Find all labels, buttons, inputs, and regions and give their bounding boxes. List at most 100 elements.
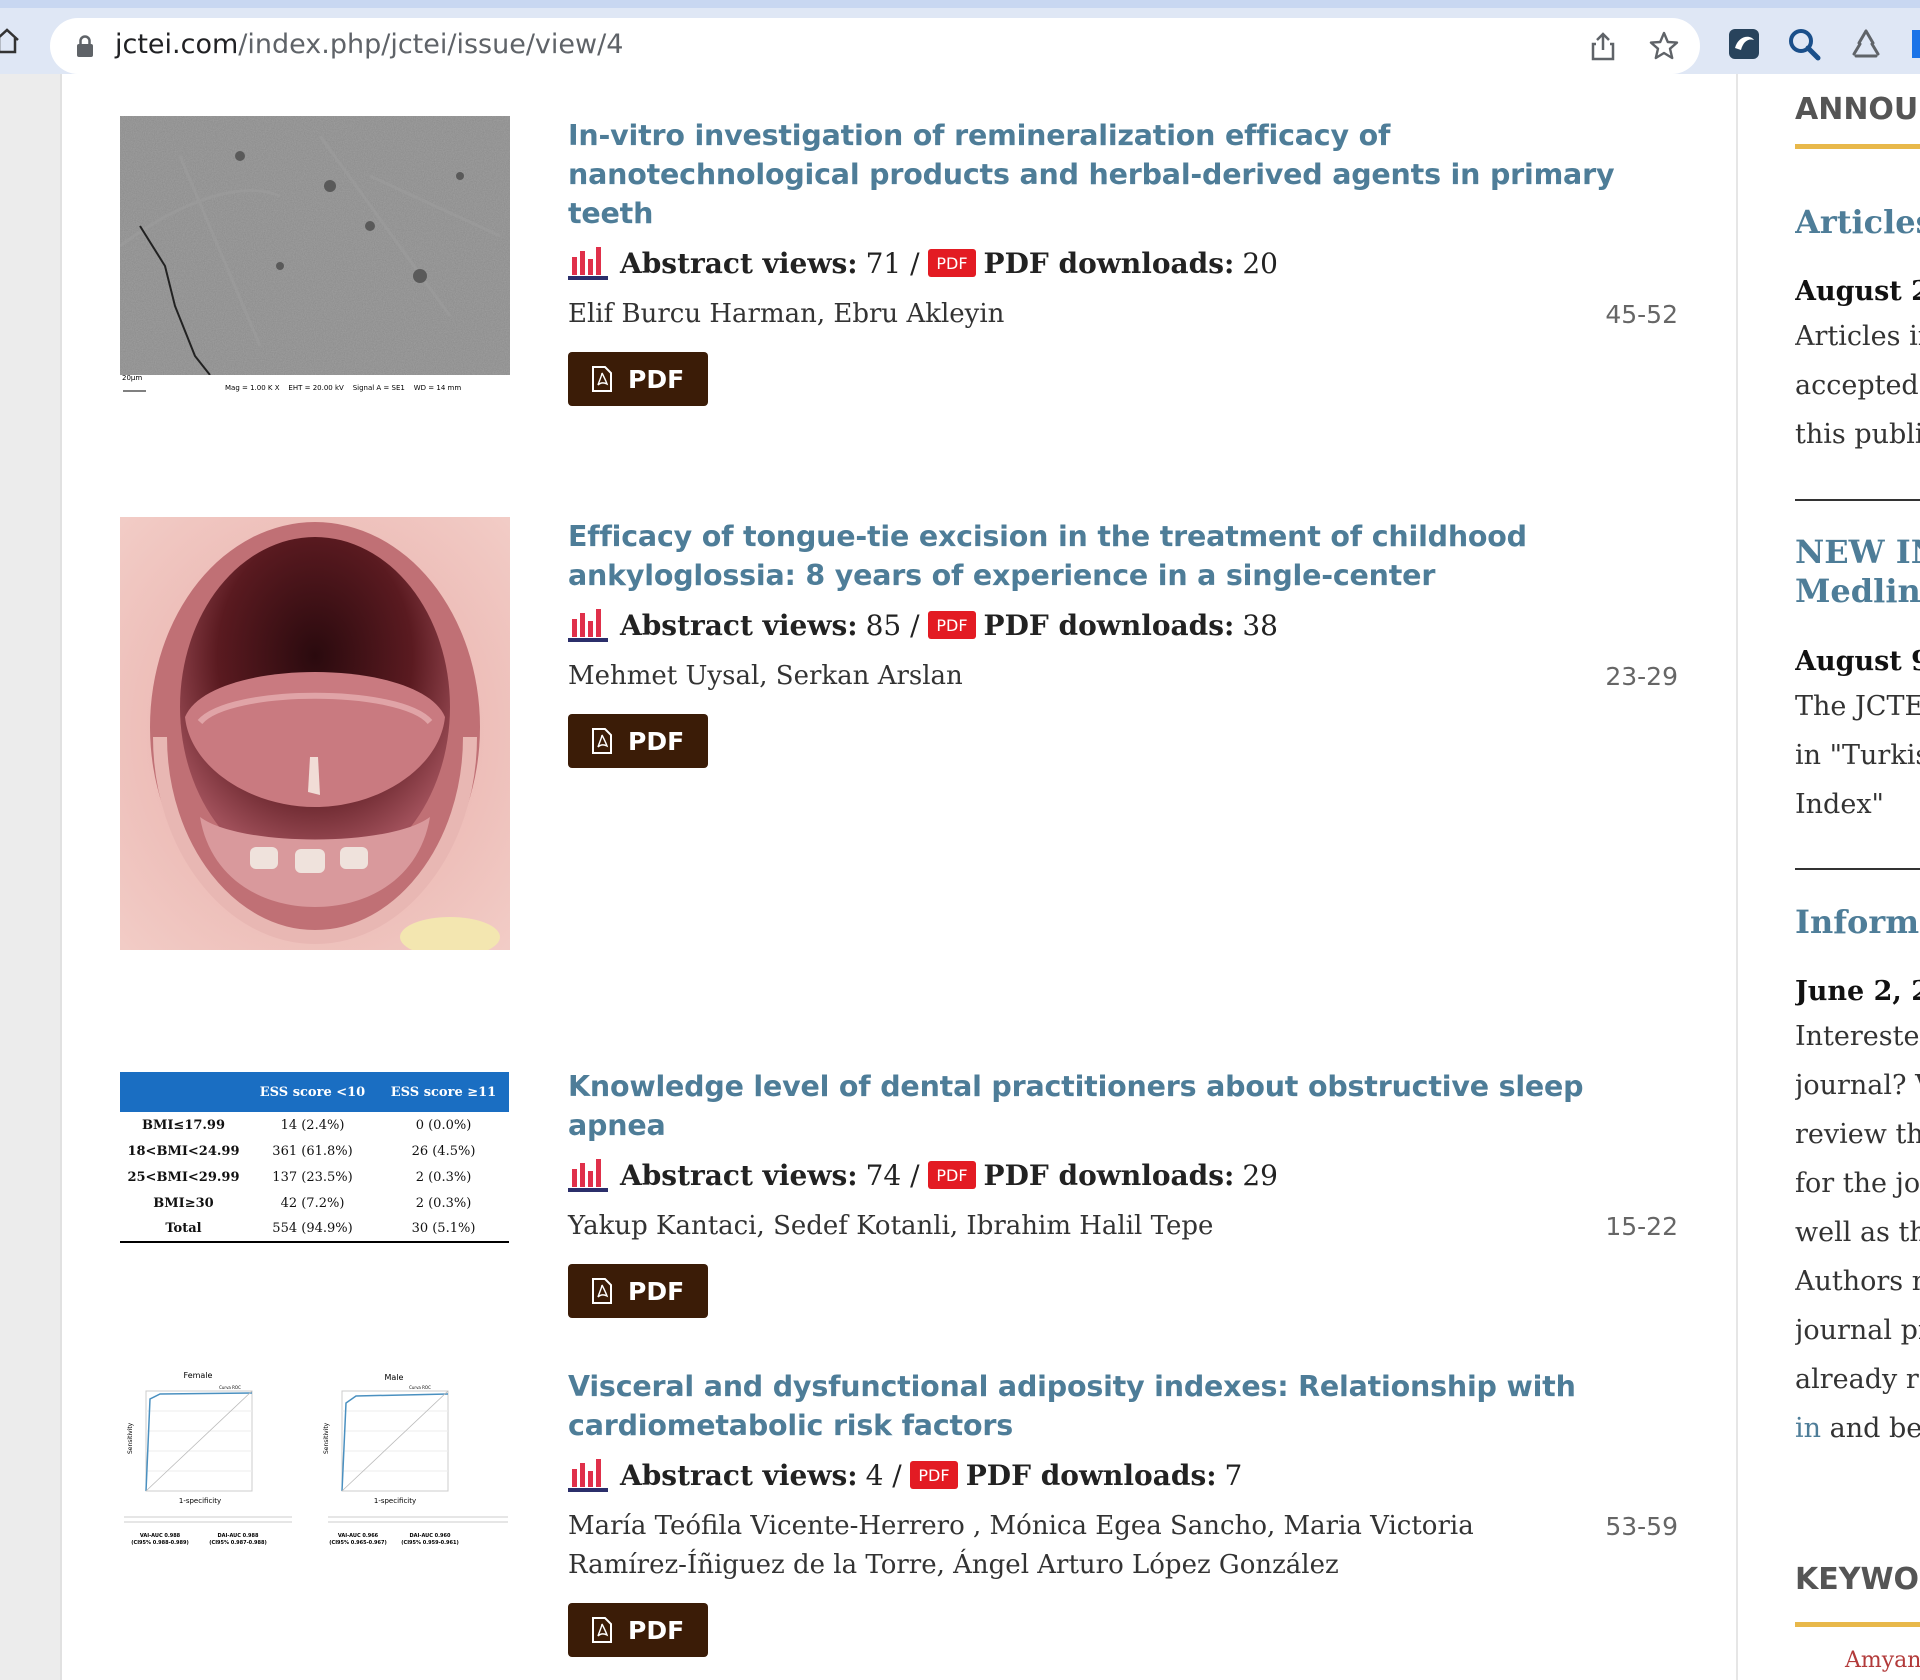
pdf-file-icon: PDF	[909, 1461, 958, 1489]
thumb-table-cell: 137 (23.5%)	[272, 1169, 353, 1185]
authors-row: Elif Burcu Harman, Ebru Akleyin 45-52	[568, 295, 1678, 334]
announcement-text-line: Index"	[1795, 789, 1884, 820]
thumb-table: ESS score <10 ESS score ≥11 BMI≤17.99 14 …	[120, 1072, 509, 1243]
pdf-file-icon: PDF	[927, 611, 976, 639]
abstract-views-count: 71	[865, 246, 902, 280]
abstract-views-count: 85	[865, 608, 902, 642]
bookmark-star-icon[interactable]	[1648, 30, 1680, 62]
article-title-link[interactable]: Efficacy of tongue-tie excision in the t…	[568, 517, 1678, 595]
announcement-title-link[interactable]: Informa	[1795, 902, 1920, 942]
pdf-document-icon	[592, 728, 612, 754]
pdf-button-label: PDF	[628, 364, 685, 394]
article-content: Knowledge level of dental practitioners …	[568, 1067, 1678, 1318]
tongue-photo	[120, 517, 510, 950]
bar-chart-icon	[568, 1159, 608, 1192]
url-text[interactable]: jctei.com/index.php/jctei/issue/view/4	[115, 29, 623, 60]
roc-right-auc2: DAI-AUC 0.960	[410, 1533, 451, 1539]
thumb-table-cell: 26 (4.5%)	[411, 1143, 476, 1159]
thumb-table-cell: 2 (0.3%)	[415, 1169, 472, 1185]
article-content: In-vitro investigation of remineralizati…	[568, 116, 1678, 406]
pdf-document-icon	[592, 366, 612, 392]
browser-toolbar: jctei.com/index.php/jctei/issue/view/4	[0, 0, 1920, 74]
article-thumbnail[interactable]: ESS score <10 ESS score ≥11 BMI≤17.99 14 …	[120, 1072, 510, 1247]
announcement-date: August 9,	[1795, 646, 1920, 677]
announcement-text-line: The JCTEI	[1795, 691, 1920, 722]
abstract-views-count: 4	[865, 1458, 884, 1492]
thumb-scale: 20μm	[122, 374, 143, 382]
article-pages: 53-59	[1605, 1512, 1678, 1541]
sidebar-divider	[1736, 74, 1738, 1680]
announcement-text-line: Interested	[1795, 1021, 1920, 1052]
roc-left-ylabel: Sensitivity	[127, 1422, 134, 1454]
bar-chart-icon	[568, 247, 608, 280]
article-authors: María Teófila Vicente-Herrero , Mónica E…	[568, 1511, 1474, 1580]
roc-left-auc2: DAI-AUC 0.988	[218, 1533, 259, 1539]
lock-icon[interactable]	[74, 34, 96, 58]
article-thumbnail[interactable]: 20μm Mag = 1.00 K X EHT = 20.00 kV Signa…	[120, 116, 510, 398]
thumb-table-cell: 14 (2.4%)	[280, 1117, 345, 1133]
heading-underline	[1795, 144, 1920, 149]
article-thumbnail[interactable]	[120, 517, 510, 950]
pdf-file-icon: PDF	[927, 249, 976, 277]
announcement-inline-link[interactable]: in	[1795, 1413, 1821, 1444]
thumb-table-header: ESS score ≥11	[390, 1084, 497, 1100]
announcement-text-line: well as th	[1795, 1217, 1920, 1248]
article-title-link[interactable]: Knowledge level of dental practitioners …	[568, 1067, 1678, 1145]
announcement-text-line: accepted a	[1795, 370, 1920, 401]
authors-row: Mehmet Uysal, Serkan Arslan 23-29	[568, 657, 1678, 696]
announcement-title-link[interactable]: Medline	[1795, 571, 1920, 611]
thumb-table-cell: 554 (94.9%)	[272, 1221, 353, 1236]
thumb-table-cell: BMI≥30	[153, 1195, 214, 1211]
sidebar: ANNOU Articles August 28 Articles ir acc…	[1795, 74, 1920, 1680]
roc-right-auc1: VAI-AUC 0.966	[338, 1533, 379, 1539]
keyword-cloud-item[interactable]: Amyan	[1845, 1648, 1920, 1673]
pdf-button[interactable]: PDF	[568, 1264, 709, 1318]
article-pages: 15-22	[1605, 1212, 1678, 1241]
pdf-button[interactable]: PDF	[568, 1603, 709, 1657]
roc-left-auc1: VAI-AUC 0.988	[140, 1533, 181, 1539]
article-content: Efficacy of tongue-tie excision in the t…	[568, 517, 1678, 768]
extension-icon[interactable]	[1726, 26, 1762, 62]
roc-left-ci2: (CI95% 0.987-0.988)	[209, 1540, 267, 1546]
share-icon[interactable]	[1588, 30, 1618, 62]
announcement-divider	[1795, 499, 1920, 501]
extension-edge	[1912, 30, 1920, 58]
sem-image	[120, 116, 510, 398]
recycle-icon[interactable]	[1848, 26, 1884, 62]
bar-chart-icon	[568, 1459, 608, 1492]
roc-right-ylabel: Sensitivity	[323, 1422, 330, 1454]
article-authors: Mehmet Uysal, Serkan Arslan	[568, 661, 963, 691]
announcement-title-link[interactable]: NEW IN	[1795, 532, 1920, 572]
thumb-table-cell: 0 (0.0%)	[415, 1117, 472, 1133]
address-bar[interactable]: jctei.com/index.php/jctei/issue/view/4	[50, 18, 1700, 74]
stats-separator: /	[910, 608, 920, 642]
abstract-views-label: Abstract views:	[620, 1158, 858, 1192]
pdf-button[interactable]: PDF	[568, 714, 709, 768]
article-thumbnail[interactable]: Female Curva ROC Sensitivity 1-specifici…	[120, 1369, 510, 1569]
article-stats: Abstract views: 85 / PDF PDF downloads: …	[568, 605, 1678, 645]
announcement-date: June 2, 20	[1795, 976, 1920, 1007]
article-title-link[interactable]: In-vitro investigation of remineralizati…	[568, 116, 1678, 233]
stats-separator: /	[910, 1158, 920, 1192]
svg-text:PDF: PDF	[918, 1466, 949, 1485]
article-stats: Abstract views: 71 / PDF PDF downloads: …	[568, 243, 1678, 283]
announcement-text-line: for the jou	[1795, 1168, 1920, 1199]
pdf-downloads-label: PDF downloads:	[965, 1458, 1217, 1492]
roc-left-xlabel: 1-specificity	[179, 1497, 221, 1505]
pdf-downloads-label: PDF downloads:	[983, 1158, 1235, 1192]
article-title-link[interactable]: Visceral and dysfunctional adiposity ind…	[568, 1367, 1678, 1445]
roc-right-xlabel: 1-specificity	[374, 1497, 416, 1505]
announcement-text-rest: and beg	[1829, 1413, 1920, 1444]
announcement-title-link[interactable]: Articles	[1795, 202, 1920, 242]
home-icon[interactable]	[0, 26, 22, 56]
bar-chart-icon	[568, 609, 608, 642]
abstract-views-label: Abstract views:	[620, 1458, 858, 1492]
pdf-downloads-count: 38	[1242, 608, 1278, 642]
pdf-button-label: PDF	[628, 1615, 685, 1645]
article-authors: Yakup Kantaci, Sedef Kotanli, Ibrahim Ha…	[568, 1211, 1214, 1241]
pdf-button[interactable]: PDF	[568, 352, 709, 406]
search-icon[interactable]	[1786, 26, 1822, 62]
announcement-text-line: Authors n	[1795, 1266, 1920, 1297]
pdf-downloads-count: 29	[1242, 1158, 1278, 1192]
thumb-table-header: ESS score <10	[259, 1084, 366, 1100]
